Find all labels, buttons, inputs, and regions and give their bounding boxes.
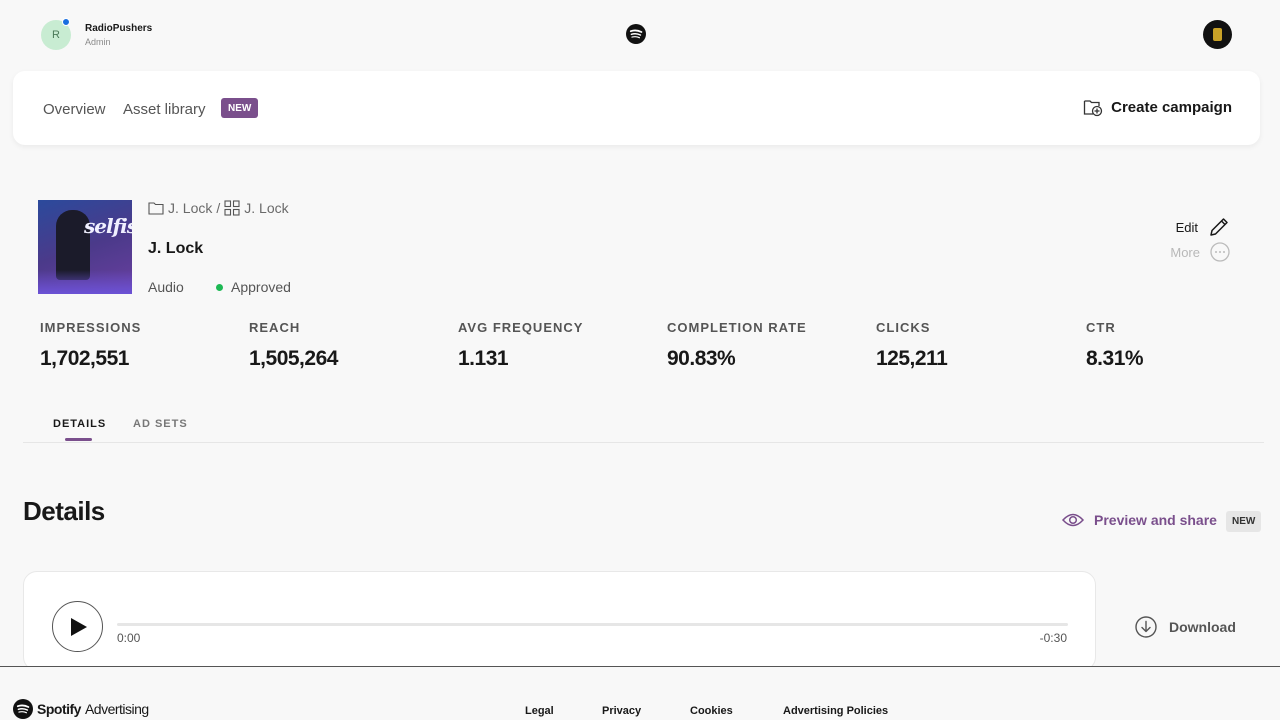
metric-label: CLICKS bbox=[876, 320, 931, 335]
breadcrumb-campaign-link[interactable]: J. Lock bbox=[168, 200, 212, 216]
metric-value: 90.83% bbox=[667, 347, 736, 370]
play-button[interactable] bbox=[52, 601, 103, 652]
create-campaign-label: Create campaign bbox=[1111, 98, 1232, 116]
breadcrumb-separator: / bbox=[216, 200, 221, 216]
download-button[interactable]: Download bbox=[1135, 616, 1236, 638]
user-avatar[interactable] bbox=[1203, 20, 1232, 49]
footer: Spotify Advertising Legal Privacy Cookie… bbox=[0, 666, 1280, 720]
more-label: More bbox=[1170, 244, 1200, 260]
folder-icon bbox=[148, 202, 164, 215]
cover-glow bbox=[38, 270, 132, 294]
footer-link-privacy[interactable]: Privacy bbox=[602, 705, 641, 717]
create-campaign-button[interactable]: Create campaign bbox=[1083, 97, 1232, 117]
cover-art-text: selfish bbox=[84, 214, 132, 238]
metric-label: IMPRESSIONS bbox=[40, 320, 142, 335]
footer-logo[interactable]: Spotify Advertising bbox=[13, 699, 149, 719]
preview-and-share-button[interactable]: Preview and share bbox=[1062, 512, 1217, 528]
tab-ad-sets[interactable]: AD SETS bbox=[133, 418, 188, 430]
metric-completion-rate: COMPLETION RATE 90.83% bbox=[667, 320, 807, 371]
metric-label: AVG FREQUENCY bbox=[458, 320, 584, 335]
play-icon bbox=[71, 617, 87, 636]
preview-and-share-label: Preview and share bbox=[1094, 512, 1217, 528]
audio-player: 0:00 -0:30 bbox=[23, 571, 1096, 671]
edit-button[interactable]: Edit bbox=[1176, 216, 1230, 238]
create-campaign-icon bbox=[1083, 100, 1103, 117]
footer-brand: Spotify bbox=[37, 701, 81, 717]
remaining-time: -0:30 bbox=[1039, 631, 1067, 645]
current-time: 0:00 bbox=[117, 631, 141, 645]
spotify-logo-icon bbox=[13, 699, 33, 719]
nav-card: Overview Asset library NEW Create campai… bbox=[13, 71, 1260, 145]
nav-asset-library[interactable]: Asset library bbox=[123, 101, 206, 118]
metric-ctr: CTR 8.31% bbox=[1086, 320, 1144, 371]
edit-label: Edit bbox=[1175, 219, 1198, 235]
metric-impressions: IMPRESSIONS 1,702,551 bbox=[40, 320, 141, 371]
preview-new-badge: NEW bbox=[1226, 511, 1262, 532]
metric-value: 1,702,551 bbox=[40, 347, 129, 370]
approved-dot-icon bbox=[216, 283, 223, 291]
download-icon bbox=[1135, 616, 1157, 638]
metric-avg-frequency: AVG FREQUENCY 1.131 bbox=[458, 320, 583, 371]
ad-title: J. Lock bbox=[148, 240, 204, 257]
nav-overview[interactable]: Overview bbox=[43, 101, 106, 118]
status-badge: Approved bbox=[216, 279, 291, 295]
pencil-icon bbox=[1210, 218, 1228, 236]
eye-icon bbox=[1062, 513, 1084, 527]
breadcrumb: J. Lock / J. Lock bbox=[148, 200, 289, 216]
metric-value: 8.31% bbox=[1086, 347, 1144, 370]
active-tab-indicator bbox=[65, 438, 92, 441]
ad-format: Audio bbox=[148, 279, 184, 295]
footer-link-advertising-policies[interactable]: Advertising Policies bbox=[783, 705, 888, 717]
metric-label: COMPLETION RATE bbox=[667, 320, 807, 335]
audio-progress-bar[interactable] bbox=[117, 623, 1068, 626]
footer-link-legal[interactable]: Legal bbox=[525, 705, 554, 717]
account-role: Admin bbox=[85, 37, 111, 47]
metric-label: REACH bbox=[249, 320, 301, 335]
asset-library-new-badge: NEW bbox=[221, 98, 259, 118]
spotify-logo-icon[interactable] bbox=[626, 24, 646, 44]
campaign-cover-art: selfish bbox=[38, 200, 132, 294]
grid-icon bbox=[224, 200, 240, 216]
breadcrumb-ad-set-link[interactable]: J. Lock bbox=[244, 200, 288, 216]
notification-dot bbox=[62, 18, 70, 26]
account-name[interactable]: RadioPushers bbox=[85, 23, 152, 34]
download-label: Download bbox=[1169, 619, 1236, 635]
details-heading: Details bbox=[23, 496, 105, 526]
tab-bar: DETAILS AD SETS bbox=[23, 414, 1264, 443]
metric-value: 125,211 bbox=[876, 347, 948, 370]
metric-value: 1,505,264 bbox=[249, 347, 338, 370]
more-icon bbox=[1210, 242, 1230, 262]
more-button[interactable]: More bbox=[1170, 242, 1230, 262]
trophy-icon bbox=[1213, 28, 1222, 41]
metric-value: 1.131 bbox=[458, 347, 509, 370]
metric-reach: REACH 1,505,264 bbox=[249, 320, 338, 371]
top-bar: R RadioPushers Admin bbox=[0, 0, 1280, 70]
tab-details[interactable]: DETAILS bbox=[53, 418, 106, 430]
footer-link-cookies[interactable]: Cookies bbox=[690, 705, 733, 717]
metric-clicks: CLICKS 125,211 bbox=[876, 320, 948, 371]
footer-brand-sub: Advertising bbox=[84, 701, 149, 717]
metric-label: CTR bbox=[1086, 320, 1116, 335]
status-label: Approved bbox=[231, 279, 291, 295]
